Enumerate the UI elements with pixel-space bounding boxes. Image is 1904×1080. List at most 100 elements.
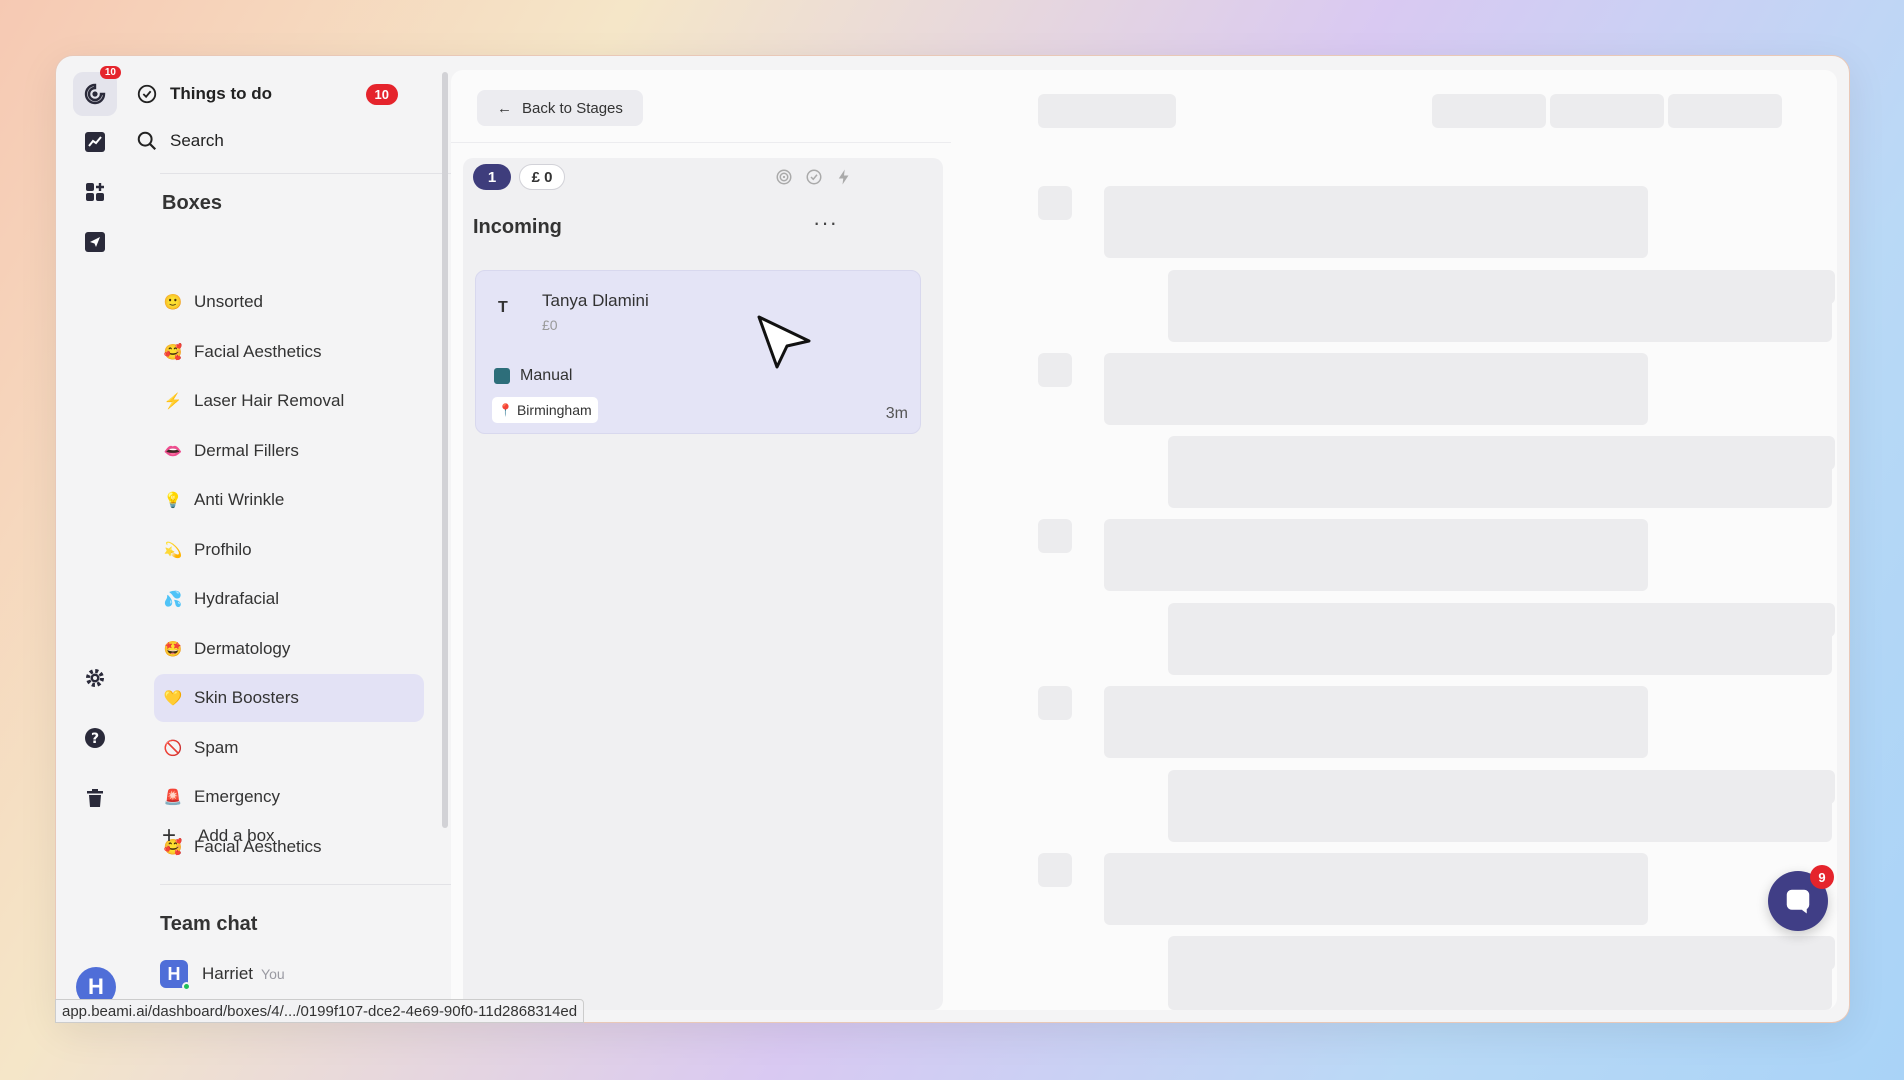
search-link[interactable]: Search [136, 125, 386, 157]
analytics-button[interactable] [73, 120, 117, 164]
box-label: Unsorted [194, 292, 263, 311]
skeleton-placeholder [1038, 94, 1176, 128]
stage-actions [769, 162, 859, 192]
apps-add-icon [86, 183, 104, 201]
search-icon [137, 131, 157, 151]
box-label: Dermal Fillers [194, 440, 299, 460]
trash-button[interactable] [73, 776, 117, 820]
box-emoji-icon: 💛 [163, 690, 183, 707]
help-icon: ? [85, 728, 105, 748]
skeleton-placeholder [1038, 353, 1072, 387]
map-pin-icon: 📍 [498, 403, 513, 417]
arrow-left-icon: ← [497, 99, 512, 117]
boxes-title: Boxes [162, 192, 223, 214]
sidebar-box-item[interactable]: 🥰 Facial Aesthetics [154, 328, 424, 376]
sidebar-divider [160, 173, 460, 174]
sidebar-divider [160, 884, 460, 885]
search-label: Search [170, 131, 224, 150]
skeleton-placeholder [1801, 603, 1835, 637]
target-icon [776, 169, 792, 185]
sidebar-box-item[interactable]: 💦 Hydrafacial [154, 575, 424, 623]
lightning-icon [838, 169, 849, 185]
box-label: Hydrafacial [194, 589, 280, 608]
chat-bubble-icon [1786, 889, 1810, 914]
things-to-do-count: 10 [365, 83, 398, 105]
campaigns-button[interactable] [73, 220, 117, 264]
skeleton-placeholder [1038, 686, 1072, 720]
box-emoji-icon: 💡 [163, 492, 183, 509]
skeleton-placeholder [1038, 186, 1072, 220]
skeleton-placeholder [1801, 270, 1835, 304]
more-options-button[interactable]: ··· [813, 210, 838, 236]
skeleton-placeholder [1432, 94, 1546, 128]
things-to-do-label: Things to do [170, 84, 272, 103]
team-member-harriet[interactable]: H Harriet You [160, 960, 285, 991]
skeleton-placeholder [1168, 270, 1832, 342]
online-status-dot [182, 982, 191, 991]
settings-button[interactable] [73, 656, 117, 700]
logo-notification-badge: 10 [99, 66, 121, 79]
skeleton-placeholder [1801, 936, 1835, 970]
sidebar-box-item[interactable]: 👄 Dermal Fillers [154, 427, 424, 475]
apps-button[interactable] [73, 170, 117, 214]
sidebar-box-item[interactable]: 🙂 Unsorted [154, 278, 424, 326]
skeleton-placeholder [1801, 770, 1835, 804]
skeleton-placeholder [1668, 94, 1782, 128]
box-emoji-icon: 💫 [163, 541, 183, 559]
manual-source-icon [494, 368, 510, 384]
sidebar-box-item[interactable]: 🚫 Spam [154, 724, 424, 772]
team-chat-title: Team chat [160, 913, 258, 935]
location-tag: 📍 Birmingham [492, 397, 598, 423]
team-member-initial: H [167, 963, 181, 984]
sidebar-box-item[interactable]: 💡 Anti Wrinkle [154, 476, 424, 524]
sidebar-box-item[interactable]: ⚡ Laser Hair Removal [154, 377, 424, 425]
box-emoji-icon: ⚡ [163, 393, 183, 410]
chart-icon [85, 132, 105, 152]
contact-initial: T [498, 299, 508, 316]
box-emoji-icon: 🥰 [163, 343, 183, 361]
things-to-do-link[interactable]: Things to do 10 [136, 78, 398, 110]
location-label: Birmingham [516, 402, 592, 418]
box-label: Dermatology [194, 638, 291, 658]
skeleton-placeholder [1104, 519, 1648, 591]
back-to-stages-button[interactable]: ← Back to Stages [477, 90, 643, 126]
team-member-avatar: H [160, 960, 191, 991]
back-to-stages-label: Back to Stages [522, 99, 623, 117]
skeleton-placeholder [1038, 853, 1072, 887]
target-button[interactable] [769, 162, 799, 192]
sidebar-scrollbar[interactable] [442, 72, 448, 828]
gear-icon [86, 669, 104, 687]
sidebar-box-item[interactable]: 💫 Profhilo [154, 526, 424, 574]
skeleton-placeholder [1038, 519, 1072, 553]
skeleton-placeholder [1104, 353, 1648, 425]
skeleton-placeholder [1104, 686, 1648, 758]
app-window: 10 ? H Things to do 10 Search Boxes 🙂 Uns [55, 55, 1850, 1023]
skeleton-placeholder [1168, 436, 1832, 508]
add-box-button[interactable]: + Add a box [162, 822, 275, 850]
chat-launcher-button[interactable]: 9 [1768, 865, 1834, 931]
chat-unread-badge: 9 [1810, 865, 1834, 889]
mouse-cursor-icon [757, 315, 811, 369]
app-logo-button[interactable]: 10 [73, 66, 121, 116]
skeleton-placeholder [1550, 94, 1664, 128]
deal-card[interactable]: T Tanya Dlamini £0 Manual 📍 Birmingham 3… [475, 270, 921, 434]
box-emoji-icon: 🚨 [163, 789, 183, 806]
box-emoji-icon: 🚫 [163, 739, 183, 757]
team-member-name: Harriet [202, 964, 254, 983]
box-emoji-icon: 👄 [163, 442, 183, 460]
box-label: Skin Boosters [194, 688, 299, 707]
check-circle-icon [806, 169, 822, 185]
sidebar-box-item[interactable]: 🚨 Emergency [154, 773, 424, 821]
svg-text:?: ? [91, 731, 99, 747]
help-button[interactable]: ? [73, 716, 117, 760]
sidebar-box-item[interactable]: 🤩 Dermatology [154, 625, 424, 673]
stage-value-badge: £ 0 [519, 164, 565, 190]
skeleton-placeholder [1168, 603, 1832, 675]
app-logo-icon [84, 83, 106, 105]
box-emoji-icon: 💦 [163, 591, 183, 608]
plus-icon: + [162, 822, 177, 849]
check-button[interactable] [799, 162, 829, 192]
automation-button[interactable] [829, 162, 859, 192]
deal-age: 3m [885, 405, 908, 422]
sidebar-box-item[interactable]: 💛 Skin Boosters [154, 674, 424, 722]
